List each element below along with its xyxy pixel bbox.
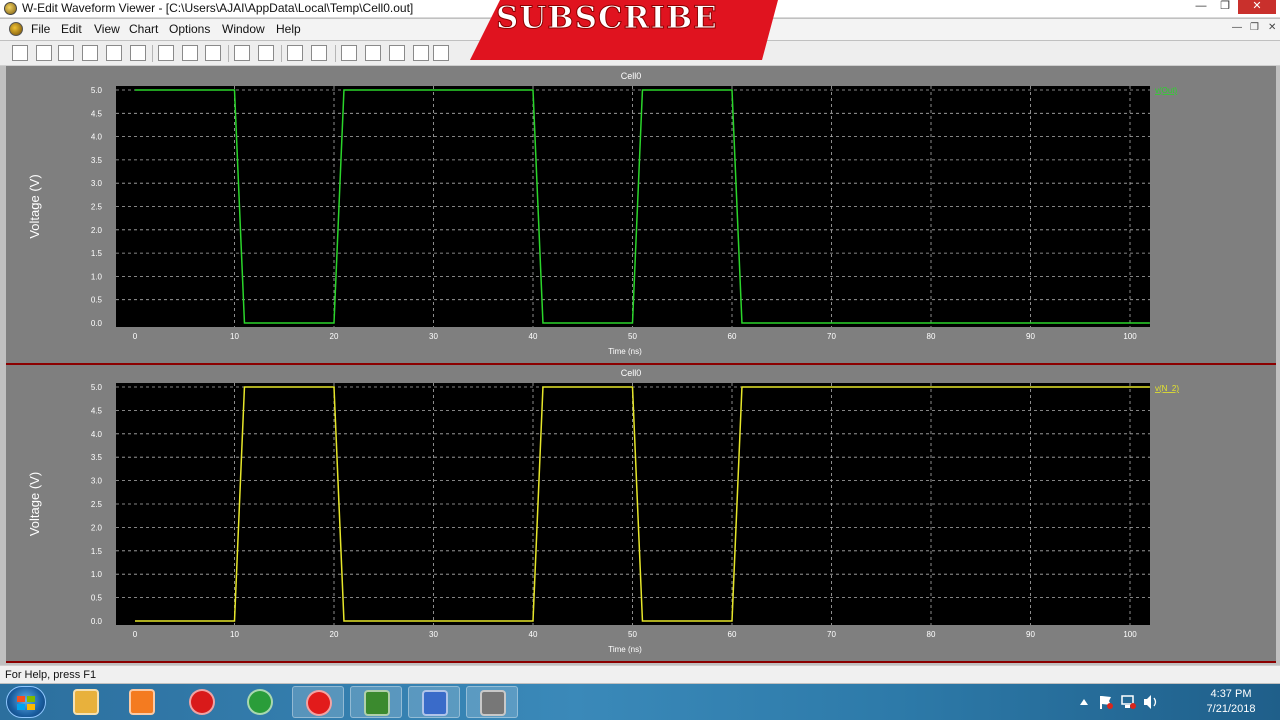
taskbar: 4:37 PM 7/21/2018: [0, 684, 1280, 720]
x-tick-label: 40: [529, 630, 538, 639]
waveform-viewer-icon: [422, 690, 448, 716]
chrome-icon: [247, 689, 273, 715]
x-tick-label: 50: [628, 630, 637, 639]
network-icon[interactable]: [1121, 695, 1136, 709]
action-center-flag-icon[interactable]: [1100, 696, 1113, 709]
x-tick-label: 80: [927, 630, 936, 639]
y-tick-label: 2.5: [91, 500, 103, 509]
waveform-chart-1[interactable]: 0 10 20 30 40 50 60 70 80 90 100 0.0 0.5 1.0 1.5 2.0 2.5…: [27, 71, 1178, 356]
windows-logo-icon: [17, 696, 35, 710]
y-tick-label: 4.5: [91, 109, 103, 118]
wedit-window: W-Edit Waveform Viewer - [C:\Users\AJAI\…: [0, 0, 1280, 720]
x-tick-label: 60: [728, 630, 737, 639]
start-button[interactable]: [6, 686, 46, 718]
taskbar-clock[interactable]: 4:37 PM 7/21/2018: [1200, 687, 1262, 717]
show-hidden-icons-icon[interactable]: [1080, 699, 1088, 705]
y-tick-label: 2.0: [91, 523, 103, 532]
waveform-chart-2[interactable]: 0 10 20 30 40 50 60 70 80 90 100 0.0 0.5 1.0 1.5 2.0 2.5…: [27, 368, 1179, 654]
legend-entry[interactable]: v(Out): [1155, 86, 1178, 95]
y-tick-label: 1.0: [91, 272, 103, 281]
media-player-icon: [129, 689, 155, 715]
y-tick-label: 1.0: [91, 570, 103, 579]
x-axis-label: Time (ns): [608, 347, 642, 356]
x-tick-label: 20: [330, 332, 339, 341]
taskbar-waveform-viewer-button[interactable]: [408, 686, 460, 718]
taskbar-explorer-button[interactable]: [60, 686, 112, 718]
waveform-charts[interactable]: 0 10 20 30 40 50 60 70 80 90 1000.00.51.01.52.02.5…: [0, 0, 1280, 720]
y-tick-label: 5.0: [91, 86, 103, 95]
x-tick-label: 10: [230, 332, 239, 341]
y-tick-label: 1.5: [91, 249, 103, 258]
taskbar-opera-button[interactable]: [176, 686, 228, 718]
y-tick-label: 0.0: [91, 617, 103, 626]
x-tick-label: 30: [429, 630, 438, 639]
x-tick-label: 0: [133, 332, 138, 341]
y-axis-label: Voltage (V): [27, 472, 42, 536]
y-tick-label: 0.0: [91, 319, 103, 328]
status-bar: For Help, press F1: [0, 665, 1280, 683]
y-tick-label: 5.0: [91, 383, 103, 392]
x-tick-label: 100: [1123, 630, 1137, 639]
y-tick-label: 0.5: [91, 594, 103, 603]
y-tick-label: 1.5: [91, 547, 103, 556]
volume-icon[interactable]: [1144, 695, 1157, 709]
status-help-text: For Help, press F1: [5, 669, 97, 681]
x-axis-label: Time (ns): [608, 645, 642, 654]
y-tick-label: 3.0: [91, 477, 103, 486]
y-tick-label: 4.0: [91, 430, 103, 439]
taskbar-record-button[interactable]: [292, 686, 344, 718]
x-tick-label: 90: [1026, 332, 1035, 341]
y-tick-label: 3.0: [91, 179, 103, 188]
y-tick-label: 4.0: [91, 133, 103, 142]
clock-time: 4:37 PM: [1210, 688, 1252, 700]
x-tick-label: 60: [728, 332, 737, 341]
x-tick-label: 100: [1123, 332, 1137, 341]
clock-date: 7/21/2018: [1206, 703, 1256, 715]
x-tick-label: 70: [827, 630, 836, 639]
x-tick-label: 20: [330, 630, 339, 639]
x-tick-label: 70: [827, 332, 836, 341]
taskbar-media-player-button[interactable]: [116, 686, 168, 718]
tray-icons: [1080, 695, 1157, 709]
x-tick-label: 90: [1026, 630, 1035, 639]
y-axis-label: Voltage (V): [27, 174, 42, 238]
y-tick-label: 2.5: [91, 203, 103, 212]
x-tick-label: 0: [133, 630, 138, 639]
y-tick-label: 4.5: [91, 406, 103, 415]
opera-icon: [189, 689, 215, 715]
x-tick-label: 10: [230, 630, 239, 639]
x-tick-label: 30: [429, 332, 438, 341]
tanner-sedit-icon: [364, 690, 390, 716]
x-tick-label: 80: [927, 332, 936, 341]
legend-entry[interactable]: v(N_2): [1155, 384, 1179, 393]
y-tick-label: 3.5: [91, 453, 103, 462]
y-tick-label: 2.0: [91, 226, 103, 235]
x-tick-label: 50: [628, 332, 637, 341]
explorer-icon: [73, 689, 99, 715]
x-tick-label: 40: [529, 332, 538, 341]
tspice-icon: [480, 690, 506, 716]
taskbar-chrome-button[interactable]: [234, 686, 286, 718]
taskbar-tanner-sedit-button[interactable]: [350, 686, 402, 718]
chart-title: Cell0: [621, 368, 642, 378]
record-icon: [306, 690, 332, 716]
y-tick-label: 3.5: [91, 156, 103, 165]
chart-title: Cell0: [621, 71, 642, 81]
y-tick-label: 0.5: [91, 296, 103, 305]
taskbar-tspice-button[interactable]: [466, 686, 518, 718]
